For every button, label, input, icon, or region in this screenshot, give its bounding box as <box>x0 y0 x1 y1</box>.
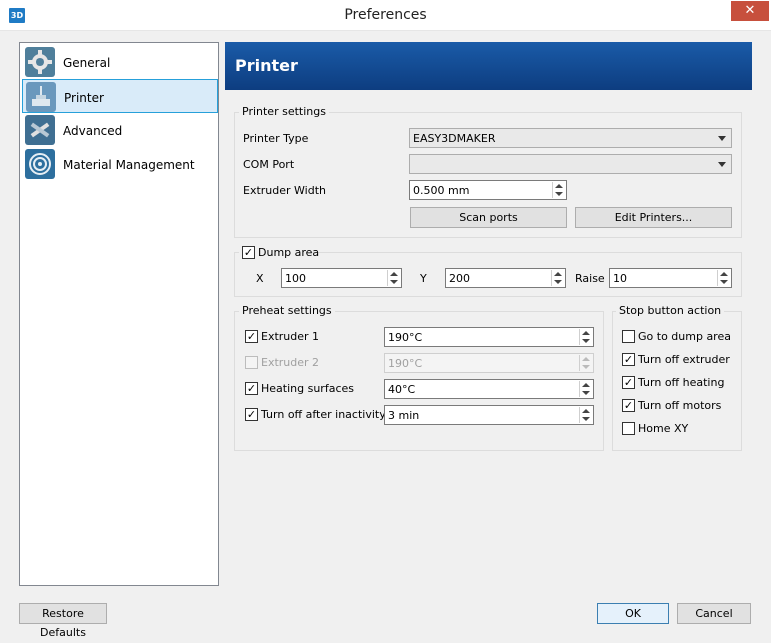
go-to-dump-area-checkbox[interactable] <box>622 330 635 343</box>
turn-off-heating-checkbox[interactable]: ✓ <box>622 376 635 389</box>
sidebar-item-label: Printer <box>64 91 104 105</box>
filament-icon <box>25 149 55 179</box>
close-button[interactable]: ✕ <box>731 1 769 21</box>
home-xy-checkbox[interactable] <box>622 422 635 435</box>
extruder-1-temp-value: 190°C <box>388 331 423 344</box>
com-port-label: COM Port <box>243 158 295 171</box>
home-xy-label: Home XY <box>638 422 689 435</box>
chevron-down-icon <box>718 162 726 167</box>
restore-defaults-button[interactable]: Restore Defaults <box>19 603 107 639</box>
dump-y-spinbox[interactable]: 200 <box>445 268 566 288</box>
sidebar-item-material-management[interactable]: Material Management <box>22 147 218 181</box>
turn-off-inactivity-label: Turn off after inactivity <box>261 408 386 421</box>
sidebar-item-general[interactable]: General <box>22 45 218 79</box>
heating-surfaces-temp-spinbox[interactable]: 40°C <box>384 379 594 399</box>
turn-off-extruder-checkbox[interactable]: ✓ <box>622 353 635 366</box>
inactivity-time-spinbox[interactable]: 3 min <box>384 405 594 425</box>
spin-buttons[interactable] <box>717 270 730 286</box>
category-list: General Printer Advanced Material Manage… <box>19 42 219 586</box>
chevron-down-icon <box>718 136 726 141</box>
dump-x-label: X <box>256 272 264 285</box>
edit-printers-button[interactable]: Edit Printers... <box>575 207 732 228</box>
dump-area-checkbox[interactable]: ✓ <box>242 246 255 259</box>
sidebar-item-label: General <box>63 56 111 70</box>
go-to-dump-area-label: Go to dump area <box>638 330 731 343</box>
extruder-2-label: Extruder 2 <box>261 356 320 369</box>
preheat-settings-title: Preheat settings <box>239 304 335 317</box>
dump-y-value: 200 <box>449 272 470 285</box>
dump-x-value: 100 <box>285 272 306 285</box>
heating-surfaces-checkbox[interactable]: ✓ <box>245 382 258 395</box>
spin-buttons[interactable] <box>579 381 592 397</box>
printer-icon <box>26 82 56 112</box>
extruder-width-label: Extruder Width <box>243 184 326 197</box>
sidebar-item-label: Material Management <box>63 158 195 172</box>
gear-icon <box>25 47 55 77</box>
com-port-select[interactable] <box>409 154 732 174</box>
turn-off-inactivity-checkbox[interactable]: ✓ <box>245 408 258 421</box>
printer-settings-title: Printer settings <box>239 105 329 118</box>
spin-buttons[interactable] <box>387 270 400 286</box>
spin-buttons[interactable] <box>551 270 564 286</box>
inactivity-time-value: 3 min <box>388 409 420 422</box>
scan-ports-button[interactable]: Scan ports <box>410 207 567 228</box>
extruder-1-temp-spinbox[interactable]: 190°C <box>384 327 594 347</box>
dump-raise-spinbox[interactable]: 10 <box>609 268 732 288</box>
dump-raise-value: 10 <box>613 272 627 285</box>
turn-off-heating-label: Turn off heating <box>638 376 725 389</box>
sidebar-item-printer[interactable]: Printer <box>22 79 218 113</box>
dump-y-label: Y <box>420 272 427 285</box>
turn-off-extruder-label: Turn off extruder <box>638 353 730 366</box>
heating-surfaces-label: Heating surfaces <box>261 382 354 395</box>
title-bar: 3D Preferences ✕ <box>0 0 771 31</box>
window-title: Preferences <box>344 7 427 23</box>
ok-button[interactable]: OK <box>597 603 669 624</box>
extruder-2-checkbox <box>245 356 258 369</box>
tools-icon <box>25 115 55 145</box>
page-header: Printer <box>225 42 752 90</box>
extruder-2-temp-spinbox: 190°C <box>384 353 594 373</box>
cancel-button[interactable]: Cancel <box>677 603 751 624</box>
extruder-width-spinbox[interactable]: 0.500 mm <box>409 180 567 200</box>
extruder-width-value: 0.500 mm <box>413 184 470 197</box>
spin-buttons[interactable] <box>552 182 565 198</box>
turn-off-motors-label: Turn off motors <box>638 399 722 412</box>
extruder-2-temp-value: 190°C <box>388 357 423 370</box>
spin-buttons[interactable] <box>579 329 592 345</box>
page-title: Printer <box>235 56 298 75</box>
stop-action-title: Stop button action <box>616 304 725 317</box>
printer-type-value: EASY3DMAKER <box>413 132 496 145</box>
extruder-1-label: Extruder 1 <box>261 330 320 343</box>
spin-buttons <box>579 355 592 371</box>
extruder-1-checkbox[interactable]: ✓ <box>245 330 258 343</box>
printer-type-label: Printer Type <box>243 132 309 145</box>
dump-raise-label: Raise <box>575 272 605 285</box>
printer-type-select[interactable]: EASY3DMAKER <box>409 128 732 148</box>
sidebar-item-advanced[interactable]: Advanced <box>22 113 218 147</box>
turn-off-motors-checkbox[interactable]: ✓ <box>622 399 635 412</box>
dump-x-spinbox[interactable]: 100 <box>281 268 402 288</box>
sidebar-item-label: Advanced <box>63 124 123 138</box>
heating-surfaces-temp-value: 40°C <box>388 383 416 396</box>
dump-area-header: ✓ Dump area <box>239 245 319 261</box>
spin-buttons[interactable] <box>579 407 592 423</box>
dump-area-label: Dump area <box>258 246 320 259</box>
